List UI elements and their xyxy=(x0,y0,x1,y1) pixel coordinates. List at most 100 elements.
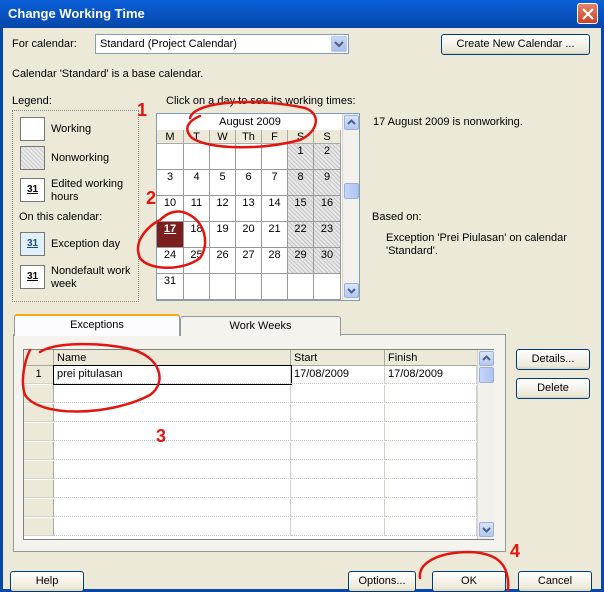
calendar-day[interactable]: 1 xyxy=(288,144,314,170)
table-cell-name[interactable] xyxy=(54,404,291,422)
calendar-scroll-up[interactable] xyxy=(344,115,359,130)
exceptions-table[interactable]: Name Start Finish 1 prei pitulasan 17/08/2… xyxy=(23,349,494,540)
table-cell-name[interactable]: prei pitulasan xyxy=(53,365,292,385)
table-cell-name[interactable] xyxy=(54,385,291,403)
calendar-day[interactable]: 9 xyxy=(314,170,341,196)
calendar-day-number: 18 xyxy=(190,223,203,235)
calendar-day[interactable]: 11 xyxy=(184,196,210,222)
options-button[interactable]: Options... xyxy=(348,571,416,592)
table-cell-finish[interactable] xyxy=(385,461,477,479)
calendar-day[interactable]: 28 xyxy=(262,248,288,274)
calendar-day[interactable]: 2 xyxy=(314,144,341,170)
row-header[interactable] xyxy=(24,499,54,517)
table-cell-start[interactable] xyxy=(291,499,385,517)
calendar-day-number: 31 xyxy=(163,275,177,287)
calendar-scroll-thumb[interactable] xyxy=(344,183,359,199)
calendar-day[interactable]: 16 xyxy=(314,196,341,222)
row-header[interactable] xyxy=(24,404,54,422)
tab-work-weeks[interactable]: Work Weeks xyxy=(180,316,341,336)
column-start[interactable]: Start xyxy=(291,350,385,366)
calendar-day[interactable]: 6 xyxy=(236,170,262,196)
calendar-day[interactable]: 5 xyxy=(210,170,236,196)
table-cell-name[interactable] xyxy=(54,499,291,517)
table-cell-start[interactable] xyxy=(291,442,385,460)
row-header[interactable] xyxy=(24,480,54,498)
row-header[interactable] xyxy=(24,442,54,460)
table-cell-start[interactable] xyxy=(291,518,385,536)
table-cell-finish[interactable] xyxy=(385,499,477,517)
table-cell-name[interactable] xyxy=(54,480,291,498)
row-header[interactable] xyxy=(24,461,54,479)
calendar-day[interactable]: 18 xyxy=(184,222,210,248)
calendar-day[interactable]: 27 xyxy=(236,248,262,274)
row-header[interactable] xyxy=(24,385,54,403)
calendar-day[interactable]: 30 xyxy=(314,248,341,274)
table-cell-start[interactable] xyxy=(291,423,385,441)
table-scroll-thumb[interactable] xyxy=(479,367,494,383)
calendar-scrollbar[interactable] xyxy=(342,114,359,300)
table-cell-finish[interactable] xyxy=(385,404,477,422)
calendar-dropdown-button[interactable] xyxy=(331,36,347,52)
table-scroll-up[interactable] xyxy=(479,351,494,366)
table-scrollbar[interactable] xyxy=(477,350,494,539)
calendar-day[interactable]: 24 xyxy=(157,248,184,274)
table-cell-start[interactable] xyxy=(291,480,385,498)
table-cell-start[interactable]: 17/08/2009 xyxy=(291,366,385,384)
calendar-day[interactable]: 4 xyxy=(184,170,210,196)
row-header[interactable]: 1 xyxy=(24,366,54,384)
calendar-day[interactable]: 22 xyxy=(288,222,314,248)
table-cell-finish[interactable] xyxy=(385,442,477,460)
calendar-day-number: 17 xyxy=(163,223,177,235)
details-button[interactable]: Details... xyxy=(516,349,590,370)
cancel-button[interactable]: Cancel xyxy=(518,571,592,592)
calendar-day[interactable]: 25 xyxy=(184,248,210,274)
table-cell-start[interactable] xyxy=(291,385,385,403)
calendar-day[interactable]: 19 xyxy=(210,222,236,248)
calendar-day[interactable]: 15 xyxy=(288,196,314,222)
calendar-day[interactable]: 21 xyxy=(262,222,288,248)
table-cell-finish[interactable]: 17/08/2009 xyxy=(385,366,477,384)
ok-button[interactable]: OK xyxy=(432,571,506,592)
calendar-day-number: 3 xyxy=(166,171,174,183)
table-cell-finish[interactable] xyxy=(385,518,477,536)
calendar-day[interactable]: 23 xyxy=(314,222,341,248)
table-cell-start[interactable] xyxy=(291,404,385,422)
table-cell-name[interactable] xyxy=(54,461,291,479)
row-header[interactable] xyxy=(24,423,54,441)
calendar-day[interactable]: 17 xyxy=(157,222,184,248)
calendar-day[interactable]: 26 xyxy=(210,248,236,274)
calendar-day[interactable]: 20 xyxy=(236,222,262,248)
row-header-corner xyxy=(24,350,54,366)
calendar-day[interactable]: 12 xyxy=(210,196,236,222)
edited-swatch: 31 xyxy=(20,178,45,202)
calendar-day[interactable]: 31 xyxy=(157,274,184,300)
calendar-select[interactable]: Standard (Project Calendar) xyxy=(95,34,349,54)
row-header[interactable] xyxy=(24,518,54,536)
table-cell-finish[interactable] xyxy=(385,385,477,403)
calendar-day[interactable]: 8 xyxy=(288,170,314,196)
table-cell-name[interactable] xyxy=(54,423,291,441)
table-cell-finish[interactable] xyxy=(385,423,477,441)
table-cell-name[interactable] xyxy=(54,518,291,536)
calendar-scroll-down[interactable] xyxy=(344,283,359,298)
help-button[interactable]: Help xyxy=(10,571,84,592)
table-cell-finish[interactable] xyxy=(385,480,477,498)
calendar-day[interactable]: 14 xyxy=(262,196,288,222)
chevron-up-icon xyxy=(482,355,491,361)
weekday-header: S xyxy=(314,130,341,144)
close-button[interactable] xyxy=(577,3,598,24)
calendar-day[interactable]: 13 xyxy=(236,196,262,222)
calendar-day[interactable]: 10 xyxy=(157,196,184,222)
tab-exceptions[interactable]: Exceptions xyxy=(14,314,180,336)
table-cell-start[interactable] xyxy=(291,461,385,479)
column-name[interactable]: Name xyxy=(54,350,291,366)
table-cell-name[interactable] xyxy=(54,442,291,460)
table-scroll-down[interactable] xyxy=(479,522,494,537)
month-calendar[interactable]: August 2009 M T W Th F S S 1 2 3 4 5 6 7 8 9 10 11 12 13 14 1… xyxy=(156,113,360,301)
calendar-day[interactable]: 3 xyxy=(157,170,184,196)
calendar-day[interactable]: 29 xyxy=(288,248,314,274)
column-finish[interactable]: Finish xyxy=(385,350,478,366)
create-new-calendar-button[interactable]: Create New Calendar ... xyxy=(441,34,590,55)
delete-button[interactable]: Delete xyxy=(516,378,590,399)
calendar-day[interactable]: 7 xyxy=(262,170,288,196)
